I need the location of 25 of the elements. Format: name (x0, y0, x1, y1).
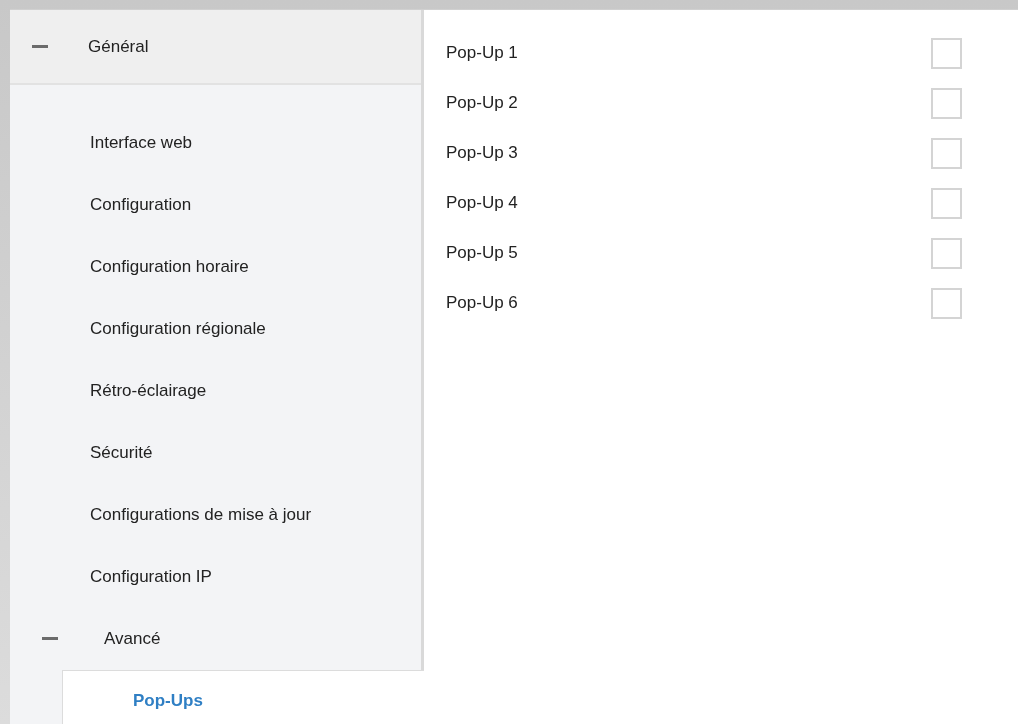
section-title[interactable]: Général (88, 33, 149, 60)
collapse-icon[interactable] (42, 637, 58, 641)
sidebar-item[interactable]: Rétro-éclairage (10, 360, 421, 422)
collapse-icon[interactable] (32, 44, 48, 49)
checkbox[interactable] (931, 187, 962, 219)
option-label: Pop-Up 6 (446, 292, 518, 315)
sidebar-item[interactable]: Interface web (10, 112, 421, 174)
sidebar-item[interactable]: Configuration régionale (10, 298, 421, 360)
checkbox[interactable] (931, 237, 962, 269)
option-label: Pop-Up 3 (446, 142, 518, 165)
checkbox[interactable] (931, 287, 962, 319)
sidebar-item[interactable]: Sécurité (10, 422, 421, 484)
option-label: Pop-Up 4 (446, 192, 518, 215)
checkbox[interactable] (931, 37, 962, 69)
sidebar-item[interactable]: Pop-Ups (62, 670, 424, 724)
sidebar-item[interactable]: Configurations de mise à jour (10, 484, 421, 546)
sidebar-item[interactable]: Configuration IP (10, 546, 421, 608)
sidebar-item[interactable]: Configuration (10, 174, 421, 236)
option-label: Pop-Up 1 (446, 42, 518, 65)
checkbox[interactable] (931, 137, 962, 169)
checkbox[interactable] (931, 87, 962, 119)
group-label[interactable]: Avancé (104, 626, 161, 652)
option-label: Pop-Up 5 (446, 242, 518, 265)
sidebar-item[interactable]: Configuration horaire (10, 236, 421, 298)
option-label: Pop-Up 2 (446, 92, 518, 115)
